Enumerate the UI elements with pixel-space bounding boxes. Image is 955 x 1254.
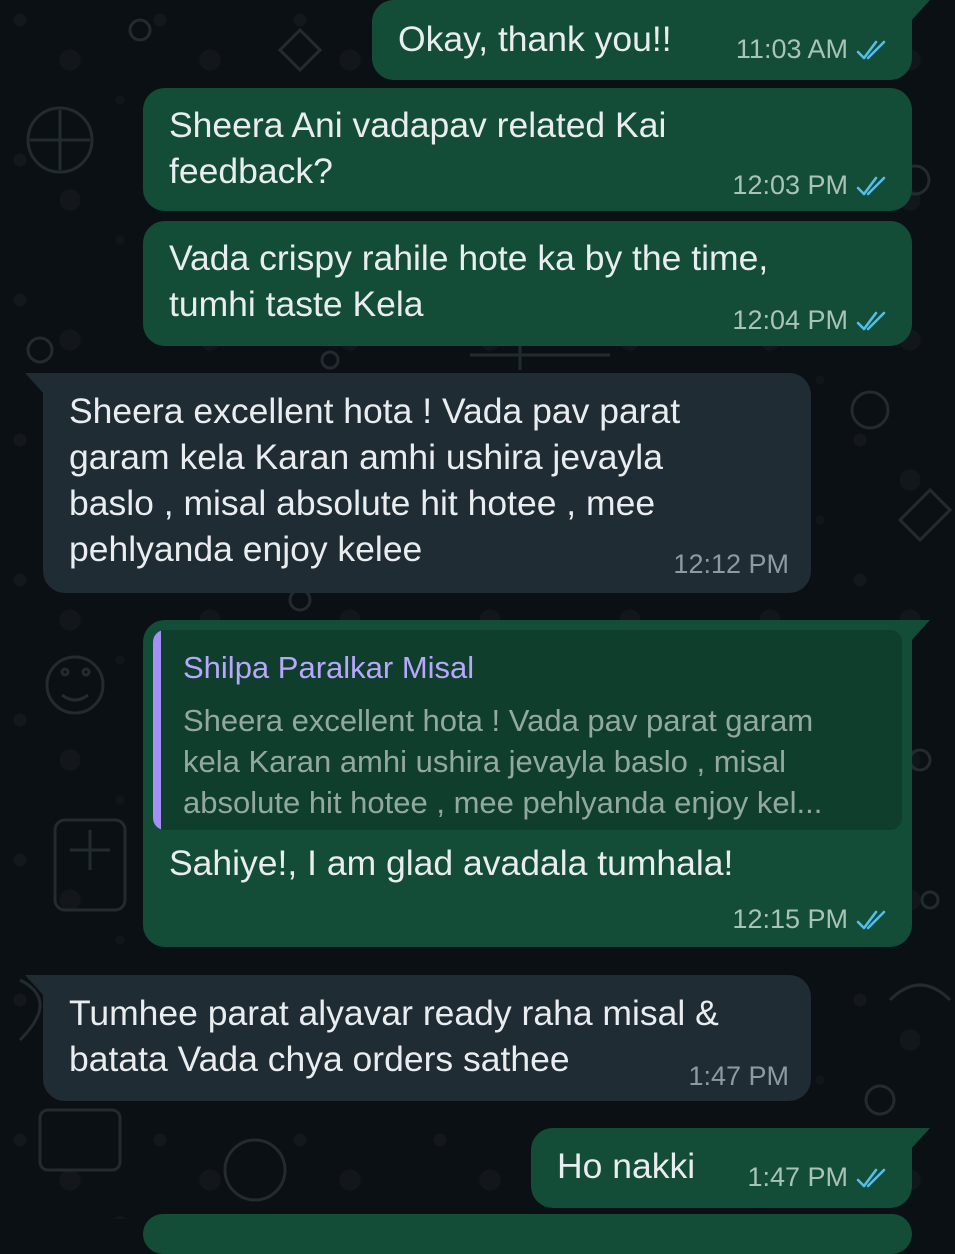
message-text: Sahiye!, I am glad avadala tumhala! — [169, 843, 734, 883]
message-time: 12:12 PM — [673, 549, 789, 579]
outgoing-message-bubble[interactable]: Ho nakki 1:47 PM — [531, 1128, 930, 1208]
message-time: 1:47 PM — [747, 1162, 848, 1192]
message-time: 11:03 AM — [735, 34, 848, 64]
message-time: 1:47 PM — [688, 1061, 789, 1091]
message-meta: 12:12 PM — [673, 549, 789, 580]
read-double-check-icon — [856, 910, 886, 929]
message-time: 12:15 PM — [732, 904, 848, 934]
read-double-check-icon — [856, 1168, 886, 1187]
message-meta: 1:47 PM — [747, 1162, 890, 1193]
quoted-author: Shilpa Paralkar Misal — [183, 650, 475, 685]
quote-accent-bar — [153, 630, 161, 830]
bubble-tail — [910, 620, 930, 642]
bubble-tail — [25, 975, 45, 997]
message-meta: 12:03 PM — [732, 170, 890, 201]
outgoing-message-bubble[interactable]: Sheera Ani vadapav related Kai feedback?… — [143, 88, 912, 211]
bubble-tail — [25, 373, 45, 395]
message-time: 12:04 PM — [732, 305, 848, 335]
read-double-check-icon — [856, 176, 886, 195]
read-double-check-icon — [856, 311, 886, 330]
message-meta: 12:04 PM — [732, 305, 890, 336]
message-text: Ho nakki — [557, 1146, 696, 1186]
outgoing-reply-bubble[interactable]: Shilpa Paralkar Misal Sheera excellent h… — [143, 620, 930, 947]
message-text: Sheera excellent hota ! Vada pav parat g… — [69, 391, 681, 569]
quoted-text: Sheera excellent hota ! Vada pav parat g… — [183, 703, 823, 820]
quoted-message[interactable]: Shilpa Paralkar Misal Sheera excellent h… — [153, 630, 902, 830]
outgoing-message-bubble[interactable]: Vada crispy rahile hote ka by the time, … — [143, 221, 912, 346]
incoming-message-bubble[interactable]: Sheera excellent hota ! Vada pav parat g… — [25, 373, 811, 593]
message-text: Vada crispy rahile hote ka by the time, … — [169, 238, 769, 324]
bubble-tail — [910, 0, 930, 22]
message-meta: 12:15 PM — [732, 904, 890, 935]
read-double-check-icon — [856, 40, 886, 59]
message-meta: 11:03 AM — [736, 34, 890, 65]
outgoing-message-bubble[interactable]: Okay, thank you!! 11:03 AM — [372, 0, 930, 80]
bubble-tail — [910, 1128, 930, 1150]
message-text: Tumhee parat alyavar ready raha misal & … — [69, 993, 719, 1079]
message-meta: 1:47 PM — [688, 1061, 789, 1092]
message-text: Okay, thank you!! — [398, 19, 672, 59]
message-time: 12:03 PM — [732, 170, 848, 200]
outgoing-message-bubble-partial[interactable] — [143, 1214, 912, 1254]
message-text: Sheera Ani vadapav related Kai feedback? — [169, 105, 667, 191]
incoming-message-bubble[interactable]: Tumhee parat alyavar ready raha misal & … — [25, 975, 811, 1101]
